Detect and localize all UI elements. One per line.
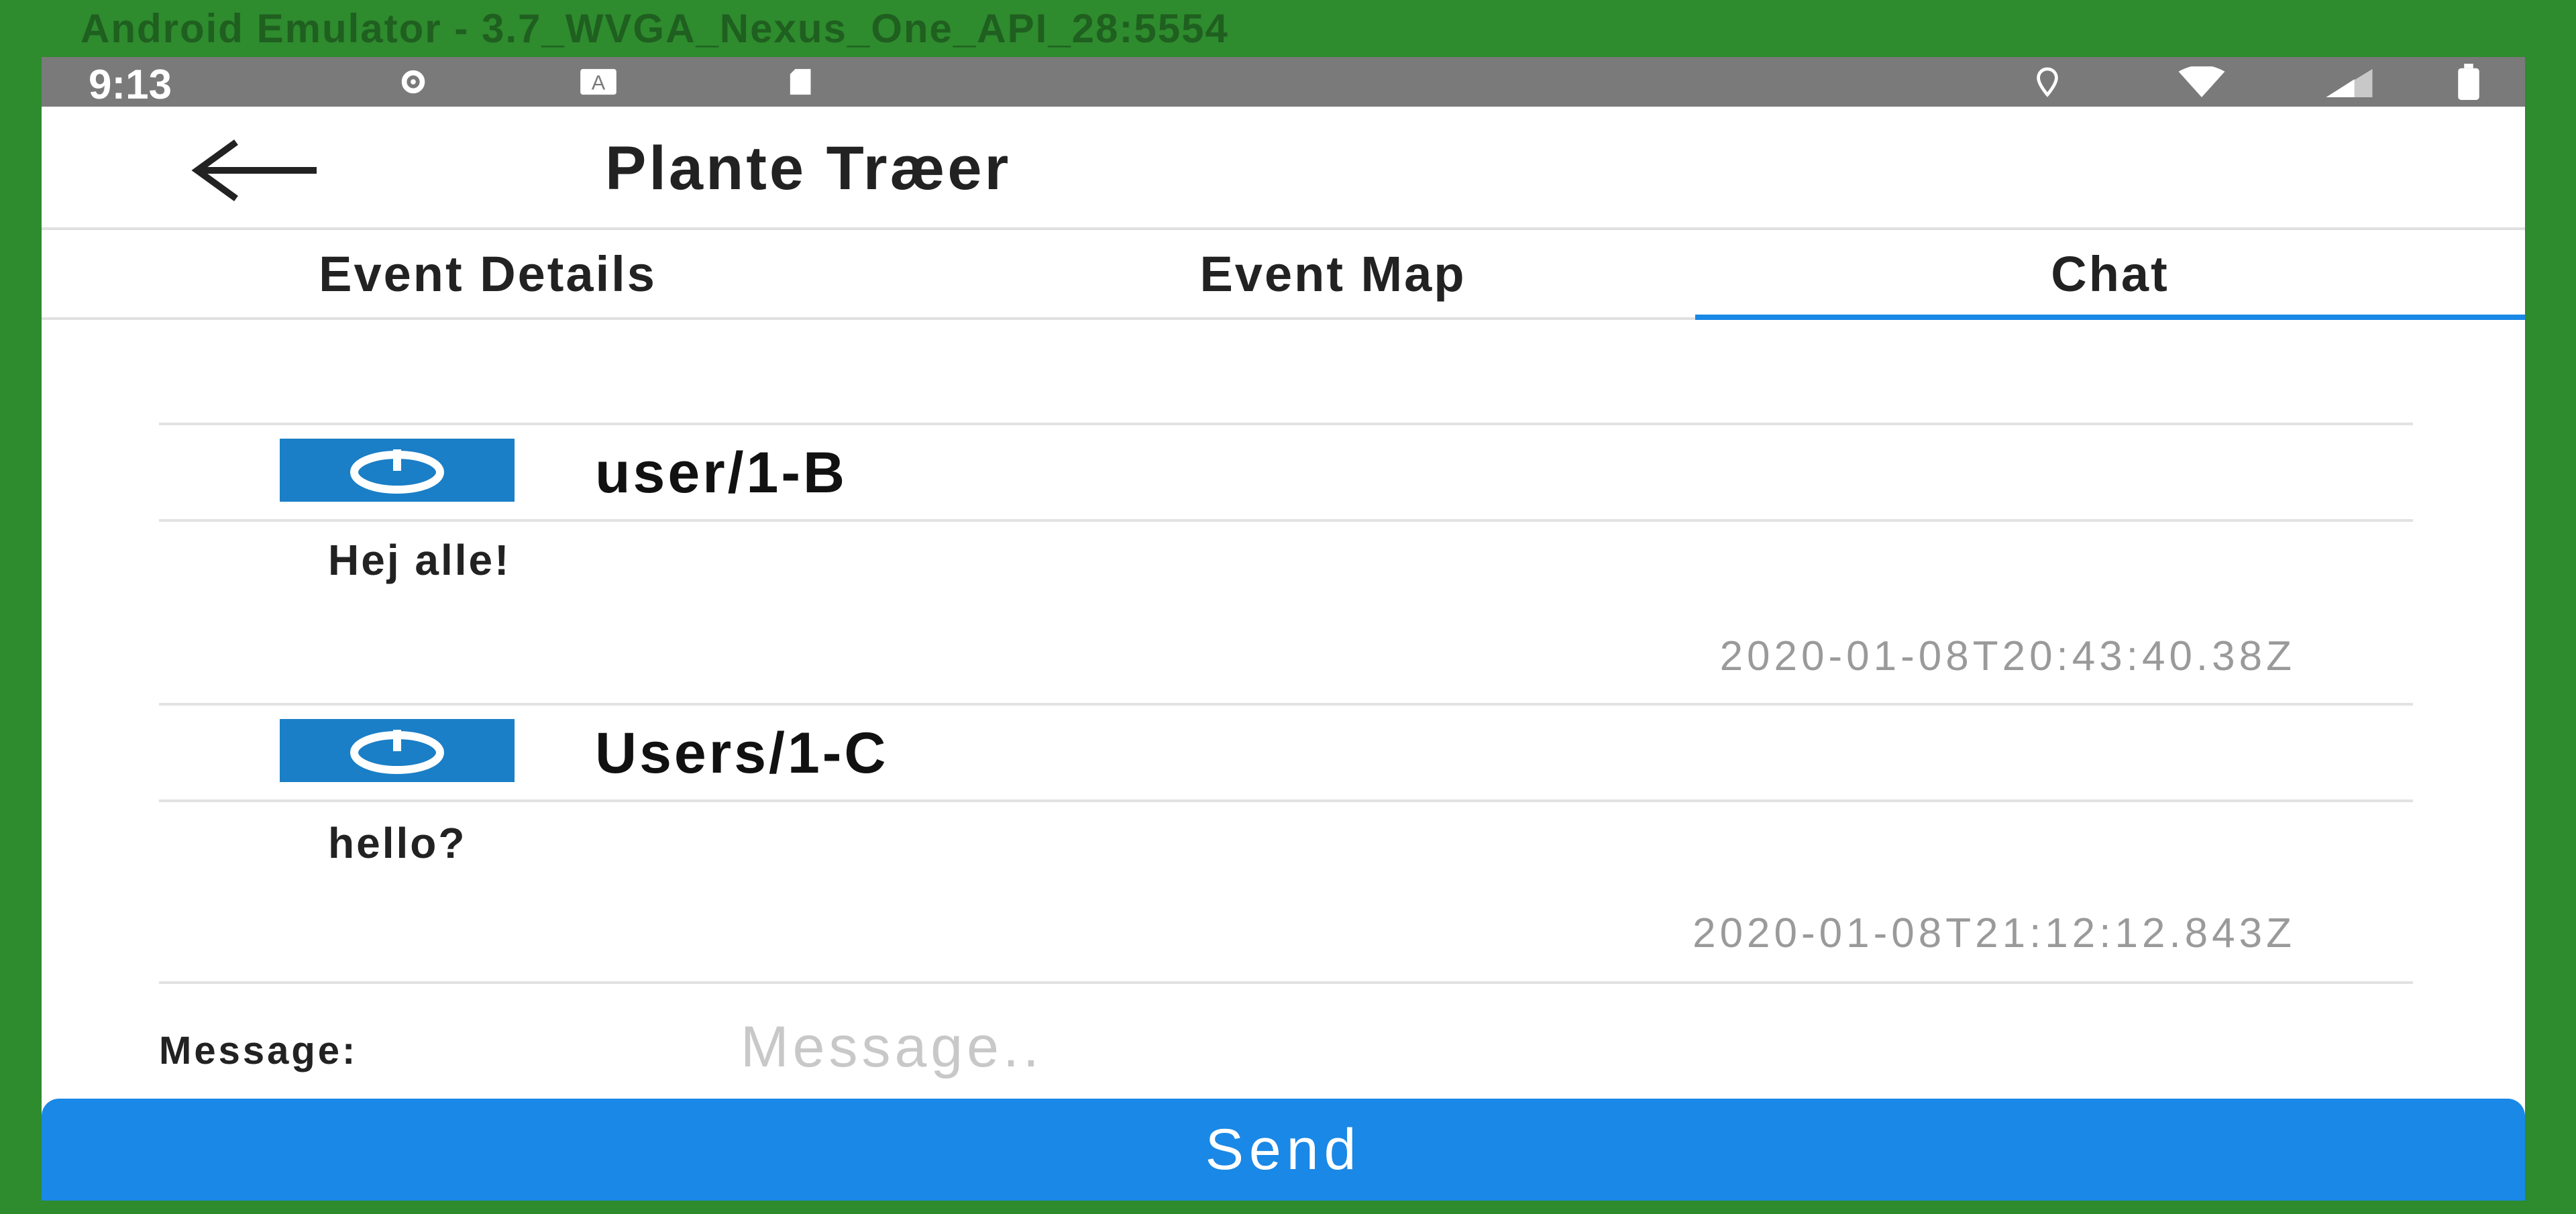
tab-event-map[interactable]: Event Map bbox=[934, 230, 1732, 317]
sd-card-icon bbox=[790, 68, 811, 95]
chat-message: user/1-B Hej alle! 2020-01-08T20:43:40.3… bbox=[159, 423, 2413, 679]
wifi-icon bbox=[2178, 66, 2225, 97]
back-button[interactable] bbox=[189, 137, 337, 204]
tab-chat[interactable]: Chat bbox=[1695, 230, 2525, 320]
avatar bbox=[280, 439, 515, 502]
app-bar: Plante Træer bbox=[42, 107, 2525, 230]
message-input[interactable] bbox=[739, 1009, 2218, 1085]
status-bar: 9:13 A bbox=[42, 57, 2525, 108]
message-username: user/1-B bbox=[595, 441, 848, 505]
send-button[interactable]: Send bbox=[42, 1099, 2525, 1201]
message-label: Message: bbox=[159, 1029, 358, 1072]
power-icon bbox=[350, 449, 444, 494]
page-title: Plante Træer bbox=[605, 134, 1012, 203]
tab-bar: Event Details Event Map Chat bbox=[42, 230, 2525, 320]
power-icon bbox=[350, 730, 444, 774]
avatar bbox=[280, 719, 515, 782]
signal-icon bbox=[2326, 68, 2373, 97]
tab-label: Chat bbox=[2051, 245, 2169, 302]
gear-icon bbox=[401, 70, 425, 94]
chat-message: Users/1-C hello? 2020-01-08T21:12:12.843… bbox=[159, 703, 2413, 956]
emulator-title: Android Emulator - 3.7_WVGA_Nexus_One_AP… bbox=[80, 6, 1229, 51]
message-username: Users/1-C bbox=[595, 721, 889, 785]
status-time: 9:13 bbox=[89, 62, 172, 108]
message-text: Hej alle! bbox=[328, 536, 511, 584]
arrow-back-icon bbox=[191, 139, 317, 202]
tab-label: Event Details bbox=[319, 245, 657, 302]
message-header: Users/1-C bbox=[159, 703, 2413, 802]
message-timestamp: 2020-01-08T21:12:12.843Z bbox=[1693, 910, 2296, 956]
message-text: hello? bbox=[328, 819, 467, 867]
device-screen: 9:13 A Plante Træer Event Details Event … bbox=[42, 57, 2525, 1201]
keyboard-icon: A bbox=[580, 68, 616, 95]
battery-icon bbox=[2458, 64, 2479, 100]
tab-event-details[interactable]: Event Details bbox=[42, 230, 934, 317]
location-icon bbox=[2037, 67, 2058, 97]
tab-label: Event Map bbox=[1199, 245, 1466, 302]
message-header: user/1-B bbox=[159, 423, 2413, 522]
svg-text:A: A bbox=[592, 72, 606, 95]
divider bbox=[159, 981, 2413, 984]
message-timestamp: 2020-01-08T20:43:40.38Z bbox=[1719, 633, 2296, 679]
